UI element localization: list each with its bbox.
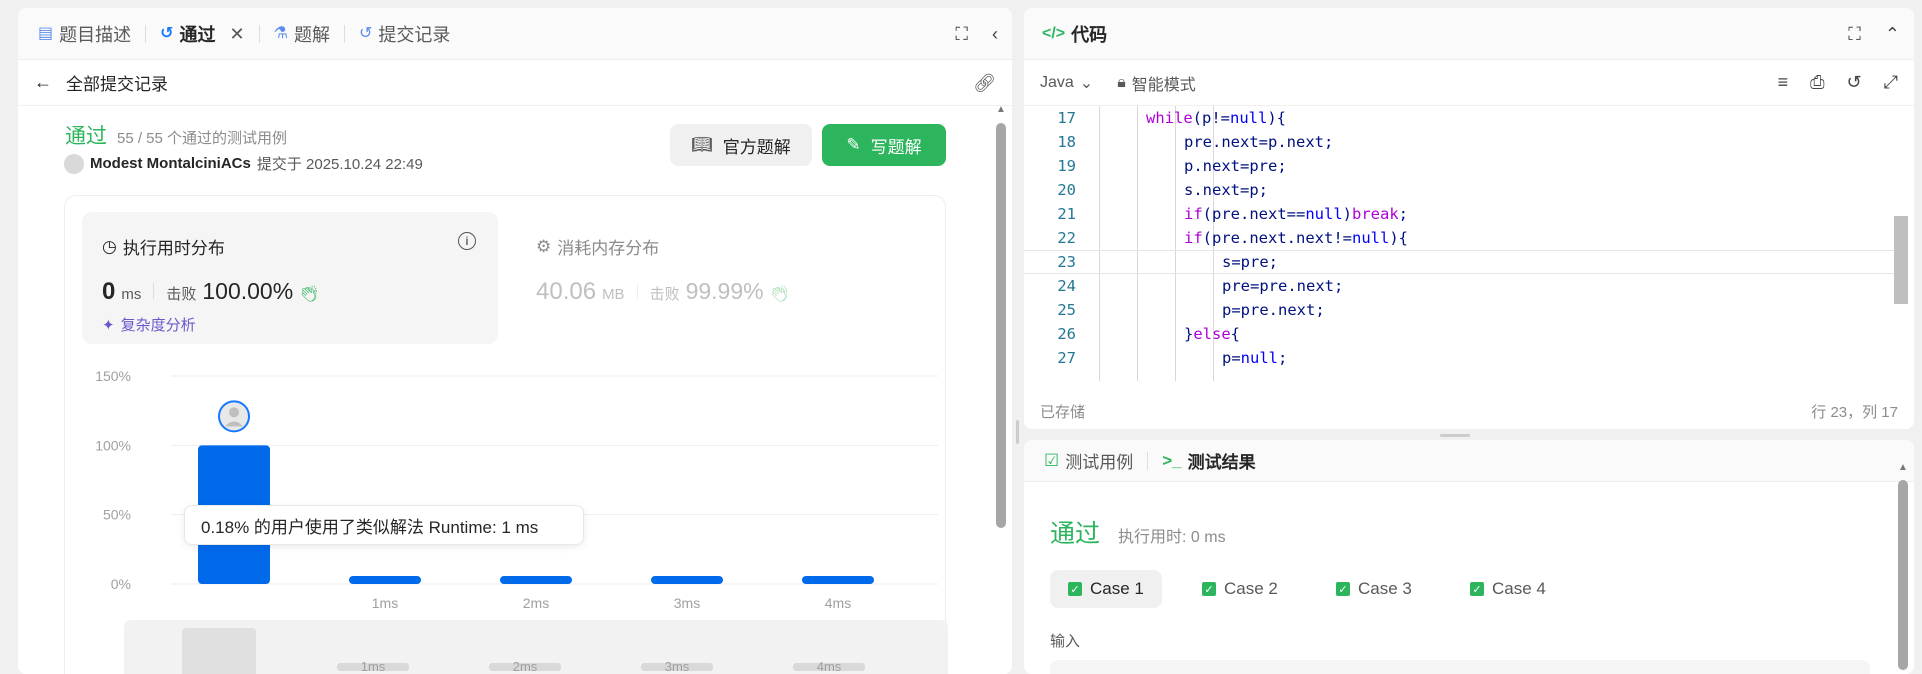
range-handle (182, 628, 256, 674)
input-label: 输入 (1050, 633, 1081, 650)
test-panel: ☑ 测试用例 >_ 测试结果 通过 执行用时: 0 ms ✓ Case 1 ✓ … (1024, 440, 1914, 674)
format-icon[interactable]: ≡ (1778, 72, 1789, 93)
fullscreen-icon[interactable]: ⛶ (1848, 24, 1861, 45)
check-icon: ✓ (1336, 582, 1350, 596)
code-line[interactable]: 19 p.next=pre; (1024, 154, 1894, 178)
scroll-up-icon[interactable]: ▲ (996, 104, 1006, 115)
code-line[interactable]: 23 s=pre; (1024, 250, 1894, 274)
reset-icon[interactable]: ↺ (1847, 72, 1862, 93)
x-tick-label: 1ms (372, 595, 398, 611)
code-line[interactable]: 24 pre=pre.next; (1024, 274, 1894, 298)
code-text: if(pre.next.next!=null){ (1184, 229, 1408, 247)
chart-bar (349, 576, 421, 584)
line-number: 19 (1057, 157, 1076, 175)
code-text: p=pre.next; (1222, 301, 1325, 319)
mini-tick-label: 4ms (817, 659, 842, 674)
line-number: 23 (1057, 253, 1076, 271)
code-icon: </> (1042, 24, 1066, 42)
chart-tooltip: 0.18% 的用户使用了类似解法 Runtime: 1 ms (184, 505, 584, 545)
runtime-distribution-chart: 0% 50% 100% 150% 1ms 2ms 3ms 4ms 1ms 2ms 3ms 4ms (95, 368, 948, 674)
code-tab-bar: </> 代码 ⛶ ⌃ (1024, 8, 1914, 60)
y-tick-label: 100% (95, 437, 131, 453)
input-box (1050, 660, 1870, 674)
chart-bar (802, 576, 874, 584)
language-select[interactable]: Java ⌄ (1040, 73, 1093, 93)
test-tab-bar: ☑ 测试用例 >_ 测试结果 (1024, 440, 1914, 482)
chevron-up-icon[interactable]: ⌃ (1885, 24, 1900, 45)
code-text: }else{ (1184, 325, 1241, 343)
line-number: 17 (1057, 109, 1076, 127)
x-tick-label: 4ms (825, 595, 851, 611)
avatar-head (229, 407, 239, 418)
code-text: pre.next=p.next; (1184, 133, 1334, 151)
line-number: 18 (1057, 133, 1076, 151)
code-text: pre=pre.next; (1222, 277, 1344, 295)
submission-panel: ▤ 题目描述 ↺ 通过 ✕ ⚗ 题解 ↺ 提交记录 ⛶ ‹ ← 全部提交记录 🔗… (18, 8, 1012, 674)
line-number: 20 (1057, 181, 1076, 199)
line-number: 27 (1057, 349, 1076, 367)
expand-icon[interactable]: ⤢ (1884, 72, 1898, 93)
lock-icon: 🔒︎ (1117, 73, 1126, 91)
test-runtime: 执行用时: 0 ms (1118, 529, 1226, 546)
check-icon: ✓ (1068, 582, 1082, 596)
y-tick-label: 150% (95, 368, 131, 384)
y-tick-label: 50% (103, 507, 131, 523)
line-number: 21 (1057, 205, 1076, 223)
code-panel: </> 代码 ⛶ ⌃ Java ⌄ 🔒︎ 智能模式 ≡ ⎙ ↺ ⤢ 17 whil… (1024, 8, 1914, 429)
code-line[interactable]: 18 pre.next=p.next; (1024, 130, 1894, 154)
line-number: 25 (1057, 301, 1076, 319)
smart-mode-toggle[interactable]: 🔒︎ 智能模式 (1117, 71, 1196, 95)
code-line[interactable]: 17 while(p!=null){ (1024, 106, 1894, 130)
x-tick-label: 3ms (674, 595, 700, 611)
chart-bar (651, 576, 723, 584)
code-editor[interactable]: 17 while(p!=null){ 18 pre.next=p.next; 19 p.n… (1024, 106, 1914, 381)
code-line[interactable]: 27 p=null; (1024, 346, 1894, 370)
code-toolbar: Java ⌄ 🔒︎ 智能模式 ≡ ⎙ ↺ ⤢ (1024, 60, 1914, 106)
case-tab-2[interactable]: ✓ Case 2 (1184, 570, 1296, 608)
mini-tick-label: 2ms (513, 659, 538, 674)
cursor-position: 行 23，列 17 (1811, 403, 1898, 421)
vertical-resize-handle[interactable] (1016, 420, 1019, 444)
scroll-up-icon[interactable]: ▲ (1898, 462, 1908, 473)
x-tick-label: 2ms (523, 595, 549, 611)
case-tab-3[interactable]: ✓ Case 3 (1318, 570, 1430, 608)
line-number: 26 (1057, 325, 1076, 343)
code-text: if(pre.next==null)break; (1184, 205, 1409, 223)
code-line[interactable]: 21 if(pre.next==null)break; (1024, 202, 1894, 226)
line-number: 22 (1057, 229, 1076, 247)
bookmark-icon[interactable]: ⎙ (1810, 72, 1824, 93)
test-result-status: 通过 (1050, 520, 1101, 548)
code-text: p.next=pre; (1184, 157, 1287, 175)
chart-bar (500, 576, 572, 584)
check-icon: ✓ (1470, 582, 1484, 596)
code-line[interactable]: 22 if(pre.next.next!=null){ (1024, 226, 1894, 250)
y-tick-label: 0% (111, 576, 131, 592)
tab-code[interactable]: </> 代码 (1038, 21, 1111, 47)
resize-handle[interactable] (1440, 434, 1470, 437)
code-text: s=pre; (1222, 253, 1278, 271)
code-text: s.next=p; (1184, 181, 1268, 199)
code-text: while(p!=null){ (1146, 109, 1286, 127)
chevron-down-icon: ⌄ (1079, 74, 1094, 92)
code-scrollbar[interactable] (1894, 216, 1908, 304)
mini-tick-label: 1ms (361, 659, 386, 674)
tab-test-results[interactable]: >_ 测试结果 (1158, 448, 1259, 473)
code-text: p=null; (1222, 349, 1288, 367)
code-line[interactable]: 20 s.next=p; (1024, 178, 1894, 202)
terminal-icon: >_ (1162, 450, 1182, 470)
code-line[interactable]: 25 p=pre.next; (1024, 298, 1894, 322)
line-number: 24 (1057, 277, 1076, 295)
case-tab-1[interactable]: ✓ Case 1 (1050, 570, 1162, 608)
test-scrollbar[interactable] (1898, 480, 1908, 670)
saved-status: 已存储 (1040, 403, 1086, 421)
check-icon: ✓ (1202, 582, 1216, 596)
tab-test-cases[interactable]: ☑ 测试用例 (1040, 448, 1137, 473)
editor-status-bar: 已存储 行 23，列 17 (1024, 393, 1914, 429)
left-scrollbar[interactable] (996, 123, 1006, 528)
mini-tick-label: 3ms (665, 659, 690, 674)
case-tab-4[interactable]: ✓ Case 4 (1452, 570, 1564, 608)
checkbox-icon: ☑ (1044, 450, 1060, 470)
code-line[interactable]: 26 }else{ (1024, 322, 1894, 346)
